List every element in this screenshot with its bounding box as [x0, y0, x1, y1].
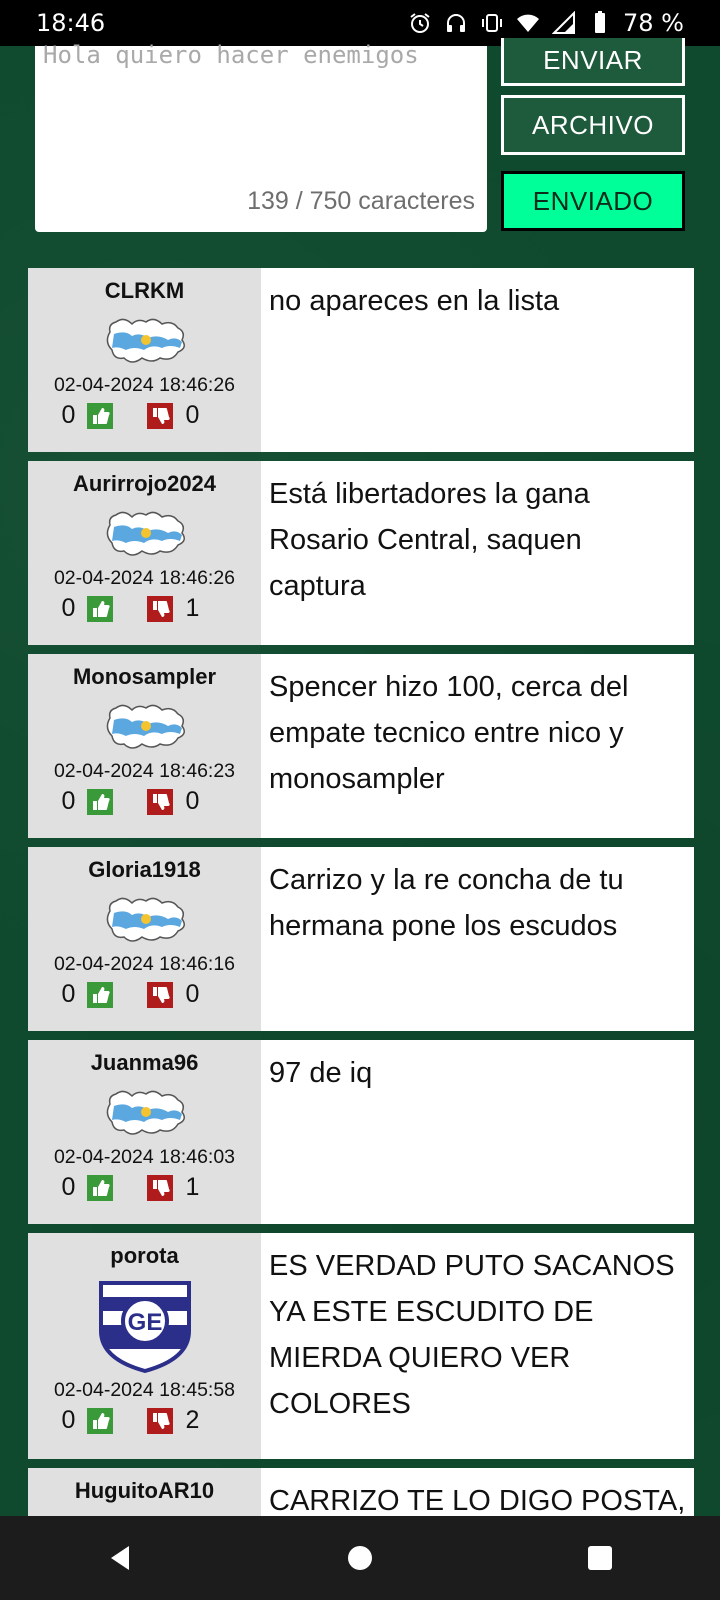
username[interactable]: Gloria1918 [88, 857, 201, 889]
thumbs-down-icon[interactable] [146, 981, 173, 1008]
post-timestamp: 02-04-2024 18:46:23 [53, 760, 236, 782]
vote-bar: 0 1 [55, 1173, 235, 1202]
vote-bar: 0 0 [55, 980, 235, 1009]
thumbs-down-icon[interactable] [146, 1174, 173, 1201]
post-meta: CLRKM 02-04-2024 18:46:26 0 0 [28, 268, 261, 452]
character-counter: 139 / 750 caracteres [247, 187, 475, 215]
upvote-count: 0 [61, 787, 76, 815]
falklands-flag-map-avatar [106, 1090, 185, 1135]
vote-bar: 0 1 [55, 594, 235, 623]
post: porota GE 02-04-2024 18:45:58 0 2 ES VER… [28, 1233, 694, 1459]
falklands-flag-map-avatar [106, 511, 185, 556]
thumbs-up-icon[interactable] [86, 788, 113, 815]
thumbs-up-icon[interactable] [86, 1407, 113, 1434]
wifi-icon [515, 10, 541, 36]
sent-status-button[interactable]: ENVIADO [501, 171, 685, 231]
username[interactable]: Juanma96 [91, 1050, 199, 1082]
thumbs-up-icon[interactable] [86, 981, 113, 1008]
message-composer: Hola quiero hacer enemigos 139 / 750 car… [0, 38, 720, 252]
upvote-count: 0 [61, 594, 76, 622]
vote-bar: 0 2 [55, 1406, 235, 1435]
system-nav-bar [0, 1516, 720, 1600]
post-timestamp: 02-04-2024 18:46:03 [53, 1146, 236, 1168]
downvote-count: 0 [185, 401, 200, 429]
post-meta: Monosampler 02-04-2024 18:46:23 0 0 [28, 654, 261, 838]
post: CLRKM 02-04-2024 18:46:26 0 0 no aparece… [28, 268, 694, 452]
thumbs-up-icon[interactable] [86, 402, 113, 429]
falklands-flag-map-avatar [106, 897, 185, 942]
upvote-count: 0 [61, 1173, 76, 1201]
signal-icon [551, 10, 577, 36]
username[interactable]: porota [110, 1243, 178, 1275]
post-timestamp: 02-04-2024 18:45:58 [53, 1379, 236, 1401]
upvote-count: 0 [61, 401, 76, 429]
post-meta: Juanma96 02-04-2024 18:46:03 0 1 [28, 1040, 261, 1224]
vibrate-icon [479, 10, 505, 36]
thumbs-down-icon[interactable] [146, 788, 173, 815]
downvote-count: 2 [185, 1406, 200, 1434]
club-shield-avatar: GE [98, 1281, 191, 1373]
home-icon[interactable] [330, 1528, 390, 1588]
vote-bar: 0 0 [55, 787, 235, 816]
post-timestamp: 02-04-2024 18:46:26 [53, 374, 236, 396]
battery-icon [587, 10, 613, 36]
downvote-count: 0 [185, 787, 200, 815]
upvote-count: 0 [61, 980, 76, 1008]
post-meta: Gloria1918 02-04-2024 18:46:16 0 0 [28, 847, 261, 1031]
thumbs-up-icon[interactable] [86, 1174, 113, 1201]
post-timestamp: 02-04-2024 18:46:16 [53, 953, 236, 975]
username[interactable]: HuguitoAR10 [75, 1478, 214, 1510]
post: Monosampler 02-04-2024 18:46:23 0 0 Spen… [28, 654, 694, 838]
falklands-flag-map-avatar [106, 704, 185, 749]
downvote-count: 0 [185, 980, 200, 1008]
username[interactable]: Monosampler [73, 664, 216, 696]
post-message: no apareces en la lista [269, 285, 560, 317]
vote-bar: 0 0 [55, 401, 235, 430]
svg-text:GE: GE [127, 1309, 162, 1336]
back-icon[interactable] [90, 1528, 150, 1588]
post-meta: porota GE 02-04-2024 18:45:58 0 2 [28, 1233, 261, 1459]
post: Aurirrojo2024 02-04-2024 18:46:26 0 1 Es… [28, 461, 694, 645]
downvote-count: 1 [185, 594, 200, 622]
headphones-icon [443, 10, 469, 36]
post-message: Spencer hizo 100, cerca del empate tecni… [269, 671, 629, 795]
battery-level: 78 % [623, 9, 684, 37]
thumbs-down-icon[interactable] [146, 402, 173, 429]
downvote-count: 1 [185, 1173, 200, 1201]
send-button[interactable]: ENVIAR [501, 38, 685, 86]
post-message: Carrizo y la re concha de tu hermana pon… [269, 864, 624, 942]
file-button[interactable]: ARCHIVO [501, 95, 685, 155]
thumbs-up-icon[interactable] [86, 595, 113, 622]
post-message: 97 de iq [269, 1057, 373, 1089]
thumbs-down-icon[interactable] [146, 1407, 173, 1434]
post-meta: Aurirrojo2024 02-04-2024 18:46:26 0 1 [28, 461, 261, 645]
message-feed: CLRKM 02-04-2024 18:46:26 0 0 no aparece… [28, 268, 694, 1600]
message-textarea[interactable]: Hola quiero hacer enemigos 139 / 750 car… [35, 41, 487, 232]
post-message: Está libertadores la gana Rosario Centra… [269, 478, 590, 602]
alarm-icon [407, 10, 433, 36]
post-message: ES VERDAD PUTO SACANOS YA ESTE ESCUDITO … [269, 1250, 675, 1420]
post-timestamp: 02-04-2024 18:46:26 [53, 567, 236, 589]
username[interactable]: CLRKM [105, 278, 184, 310]
username[interactable]: Aurirrojo2024 [73, 471, 216, 503]
status-time: 18:46 [36, 9, 106, 37]
status-icons: 78 % [407, 9, 684, 37]
thumbs-down-icon[interactable] [146, 595, 173, 622]
falklands-flag-map-avatar [106, 318, 185, 363]
post: Juanma96 02-04-2024 18:46:03 0 1 97 de i… [28, 1040, 694, 1224]
post: Gloria1918 02-04-2024 18:46:16 0 0 Carri… [28, 847, 694, 1031]
message-text: Hola quiero hacer enemigos [43, 41, 419, 69]
upvote-count: 0 [61, 1406, 76, 1434]
recents-icon[interactable] [570, 1528, 630, 1588]
